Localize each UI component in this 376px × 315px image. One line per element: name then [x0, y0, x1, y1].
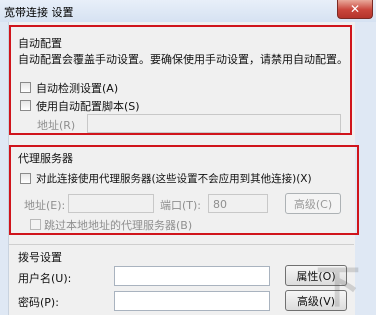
auto-detect-checkbox[interactable]: [20, 82, 31, 93]
dialup-heading: 拨号设置: [18, 251, 62, 264]
proxy-advanced-button[interactable]: 高级(C): [285, 193, 341, 214]
watermark-logo: 下: [316, 261, 360, 313]
proxy-address-label: 地址(E):: [24, 199, 66, 212]
script-address-label: 地址(R): [37, 119, 76, 132]
use-script-label: 使用自动配置脚本(S): [36, 100, 140, 113]
close-button[interactable]: ✕: [337, 0, 373, 19]
password-label: 密码(P):: [18, 296, 59, 309]
proxy-address-input[interactable]: [68, 194, 154, 213]
section-divider: [9, 244, 354, 245]
password-input[interactable]: [114, 291, 270, 311]
use-script-checkbox[interactable]: [20, 100, 31, 111]
use-proxy-label: 对此连接使用代理服务器(这些设置不会应用到其他连接)(X): [36, 173, 312, 185]
auto-config-heading: 自动配置: [18, 37, 62, 50]
auto-detect-label: 自动检测设置(A): [36, 82, 119, 95]
bypass-local-label: 跳过本地地址的代理服务器(B): [44, 219, 193, 232]
proxy-port-input[interactable]: 80: [208, 194, 268, 213]
close-icon: ✕: [349, 2, 361, 16]
username-input[interactable]: [114, 266, 270, 286]
bypass-local-checkbox[interactable]: [30, 219, 41, 230]
proxy-heading: 代理服务器: [18, 152, 73, 165]
proxy-port-label: 端口(T):: [160, 199, 202, 212]
username-label: 用户名(U):: [18, 272, 72, 285]
use-proxy-checkbox[interactable]: [20, 173, 31, 184]
script-address-input[interactable]: [87, 114, 341, 133]
window-title: 宽带连接 设置: [4, 6, 74, 19]
auto-config-description: 自动配置会覆盖手动设置。要确保使用手动设置，请禁用自动配置。: [18, 53, 348, 66]
